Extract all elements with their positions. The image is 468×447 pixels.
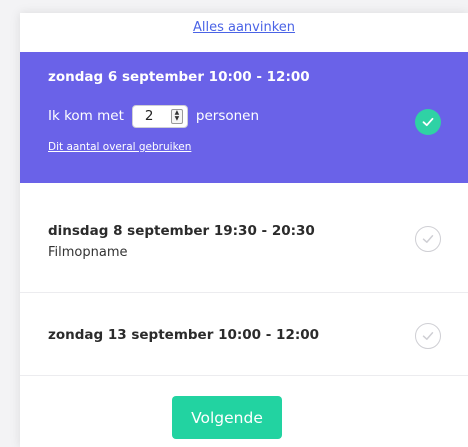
persons-prefix-label: Ik kom met (48, 108, 124, 124)
use-count-everywhere-link[interactable]: Dit aantal overal gebruiken (48, 140, 191, 154)
timeslot-title: dinsdag 8 september 19:30 - 20:30 (48, 223, 315, 239)
timeslot-title: zondag 13 september 10:00 - 12:00 (48, 327, 320, 343)
persons-suffix-label: personen (195, 108, 260, 124)
timeslot-item-selected[interactable]: zondag 6 september 10:00 - 12:00 Ik kom … (20, 52, 468, 183)
check-circle-icon[interactable] (415, 109, 441, 135)
check-circle-outline-icon[interactable] (415, 226, 441, 252)
timeslot-card: Alles aanvinken zondag 6 september 10:00… (20, 13, 468, 447)
timeslot-item[interactable]: dinsdag 8 september 19:30 - 20:30 Filmop… (20, 186, 468, 293)
check-circle-outline-icon[interactable] (415, 323, 441, 349)
timeslot-title: zondag 6 september 10:00 - 12:00 (48, 69, 310, 85)
next-button[interactable]: Volgende (172, 396, 282, 439)
spinner-arrows-icon[interactable]: ▲ ▼ (170, 108, 183, 124)
timeslot-subtitle: Filmopname (48, 245, 128, 260)
persons-count-value: 2 (144, 108, 154, 124)
select-all-link[interactable]: Alles aanvinken (20, 18, 468, 38)
timeslot-item[interactable]: zondag 13 september 10:00 - 12:00 (20, 293, 468, 376)
persons-count-stepper[interactable]: 2 ▲ ▼ (131, 104, 188, 128)
persons-row: Ik kom met 2 ▲ ▼ personen (48, 104, 259, 128)
